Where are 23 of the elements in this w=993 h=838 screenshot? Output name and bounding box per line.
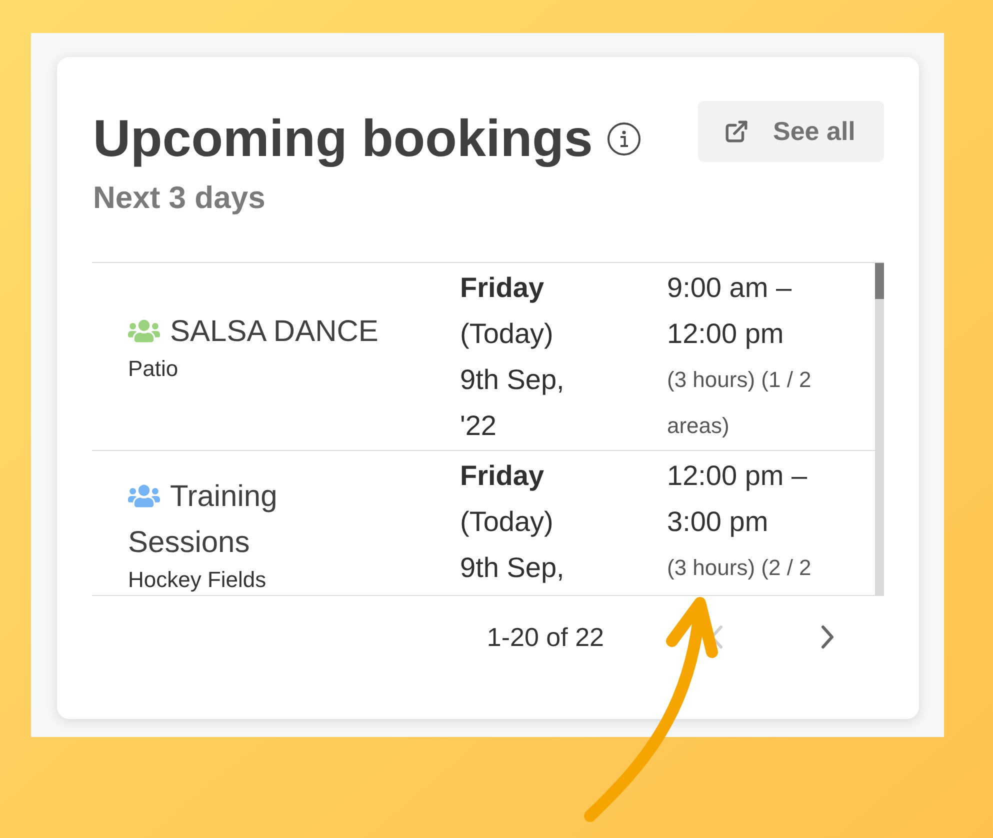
info-icon[interactable] <box>606 122 641 156</box>
booking-details: (3 hours) (2 / 2 <box>667 554 812 582</box>
booking-link[interactable]: SALSA DANCE <box>128 308 378 354</box>
booking-day: Friday <box>460 265 544 311</box>
booking-day: Friday <box>460 453 544 499</box>
chevron-right-icon <box>821 625 835 649</box>
booking-location: Hockey Fields <box>128 568 266 592</box>
booking-day-note: (Today) <box>460 317 554 351</box>
booking-day-note: (Today) <box>460 505 554 539</box>
scrollbar[interactable] <box>875 263 884 595</box>
booking-location: Patio <box>128 356 178 380</box>
booking-date: 9th Sep, '22 <box>460 363 566 443</box>
card-subtitle: Next 3 days <box>93 180 266 215</box>
external-link-icon <box>724 119 749 144</box>
scrollbar-thumb[interactable] <box>875 263 884 299</box>
booking-date: 9th Sep, <box>460 551 564 585</box>
booking-details: (3 hours) (1 / 2 areas) <box>667 366 812 440</box>
pagination-range: 1-20 of 22 <box>486 620 604 654</box>
booking-link[interactable]: Training Sessions <box>128 474 390 566</box>
card-title: Upcoming bookings <box>93 109 593 169</box>
booking-time: 9:00 am – 12:00 pm <box>667 271 793 351</box>
see-all-button[interactable]: See all <box>698 101 884 162</box>
booking-time: 12:00 pm – 3:00 pm <box>667 459 808 539</box>
